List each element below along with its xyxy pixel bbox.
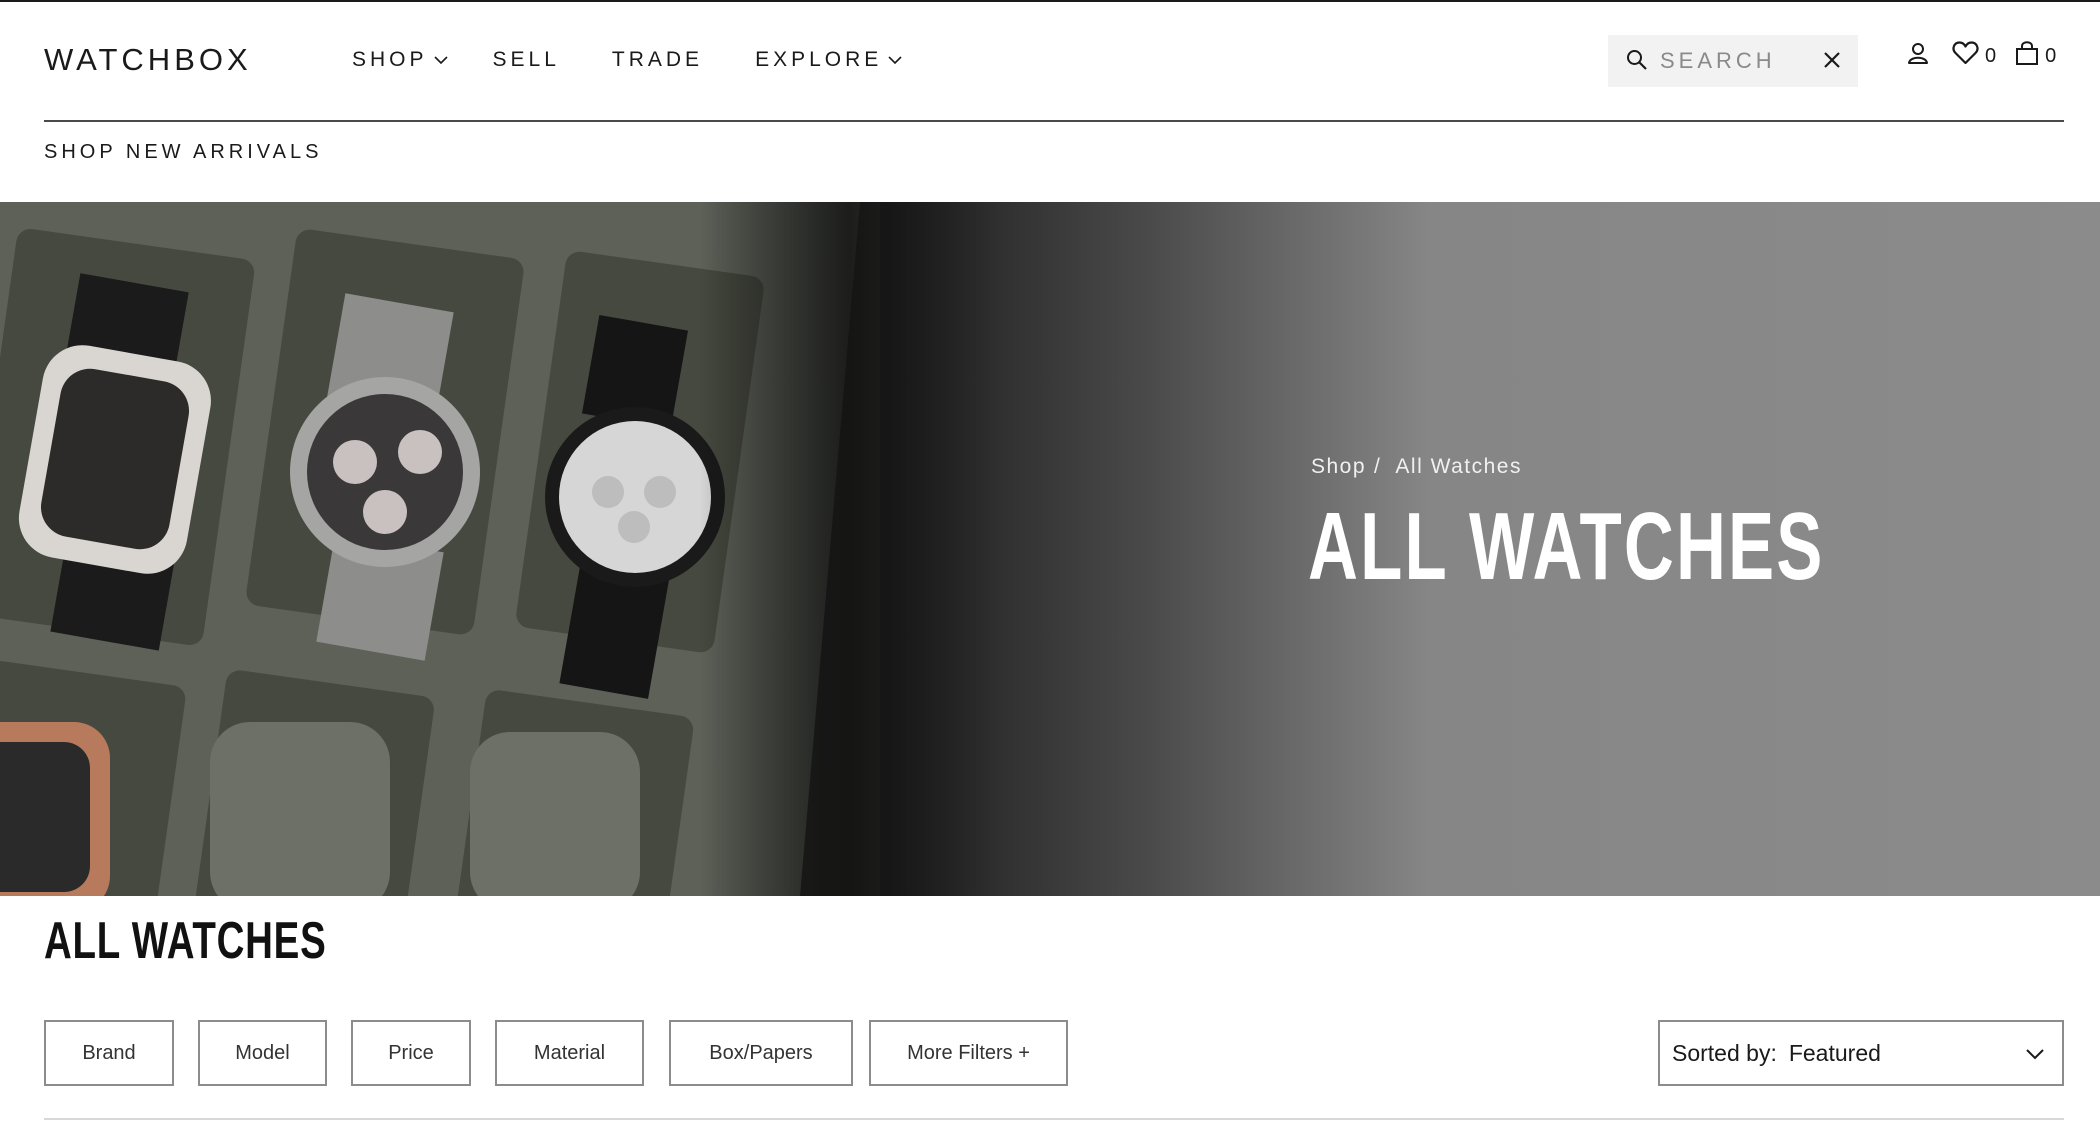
shopping-bag-icon xyxy=(2015,40,2039,71)
section-divider xyxy=(44,1118,2064,1120)
user-icon xyxy=(1906,41,1930,70)
filter-box-papers-button[interactable]: Box/Papers xyxy=(669,1020,853,1086)
hero-banner: Shop / All Watches ALL WATCHES xyxy=(0,202,2100,896)
filter-price-button[interactable]: Price xyxy=(351,1020,471,1086)
main-nav: SHOP SELL TRADE EXPLORE xyxy=(352,46,902,74)
header-divider xyxy=(44,120,2064,122)
wishlist-button[interactable]: 0 xyxy=(1952,41,1997,70)
hero-title: ALL WATCHES xyxy=(1308,493,1825,600)
nav-explore-label: EXPLORE xyxy=(755,48,883,71)
filter-model-button[interactable]: Model xyxy=(198,1020,327,1086)
nav-sell[interactable]: SELL xyxy=(493,46,560,74)
chevron-down-icon xyxy=(2026,1047,2044,1065)
watchbox-logo[interactable]: WATCHBOX xyxy=(44,42,252,78)
sort-label: Sorted by: xyxy=(1672,1039,1777,1066)
nav-shop-label: SHOP xyxy=(352,48,428,71)
nav-explore[interactable]: EXPLORE xyxy=(755,46,902,74)
account-button[interactable] xyxy=(1906,41,1930,70)
heart-icon xyxy=(1952,41,1979,70)
search-input[interactable] xyxy=(1660,43,1820,79)
breadcrumb: Shop / All Watches xyxy=(1311,454,1522,480)
chevron-down-icon xyxy=(433,55,448,65)
breadcrumb-shop[interactable]: Shop xyxy=(1311,454,1366,480)
breadcrumb-separator: / xyxy=(1374,455,1382,478)
close-icon[interactable] xyxy=(1822,50,1842,75)
sort-value: Featured xyxy=(1788,1039,1881,1066)
site-header: WATCHBOX SHOP SELL TRADE EXPLORE SEARCH … xyxy=(0,2,2100,120)
chevron-down-icon xyxy=(888,55,902,65)
header-utilities: 0 0 xyxy=(1906,40,2057,71)
nav-shop[interactable]: SHOP xyxy=(352,46,448,74)
page-title: ALL WATCHES xyxy=(44,912,327,970)
filter-material-button[interactable]: Material xyxy=(495,1020,644,1086)
search-box xyxy=(1608,35,1858,87)
breadcrumb-current: All Watches xyxy=(1395,455,1522,478)
shop-new-arrivals-link[interactable]: SHOP NEW ARRIVALS xyxy=(44,140,322,164)
sort-select[interactable]: Sorted by: Featured xyxy=(1658,1020,2064,1086)
wishlist-count: 0 xyxy=(1985,44,1998,67)
filter-brand-button[interactable]: Brand xyxy=(44,1020,174,1086)
nav-sell-label: SELL xyxy=(492,48,560,71)
cart-button[interactable]: 0 xyxy=(2015,40,2057,71)
nav-trade[interactable]: TRADE xyxy=(612,46,703,74)
search-icon[interactable] xyxy=(1626,49,1648,76)
filter-bar: Brand Model Price Material Box/Papers Mo… xyxy=(44,1020,1092,1086)
nav-trade-label: TRADE xyxy=(611,48,704,71)
cart-count: 0 xyxy=(2045,44,2058,67)
more-filters-button[interactable]: More Filters + xyxy=(869,1020,1068,1086)
